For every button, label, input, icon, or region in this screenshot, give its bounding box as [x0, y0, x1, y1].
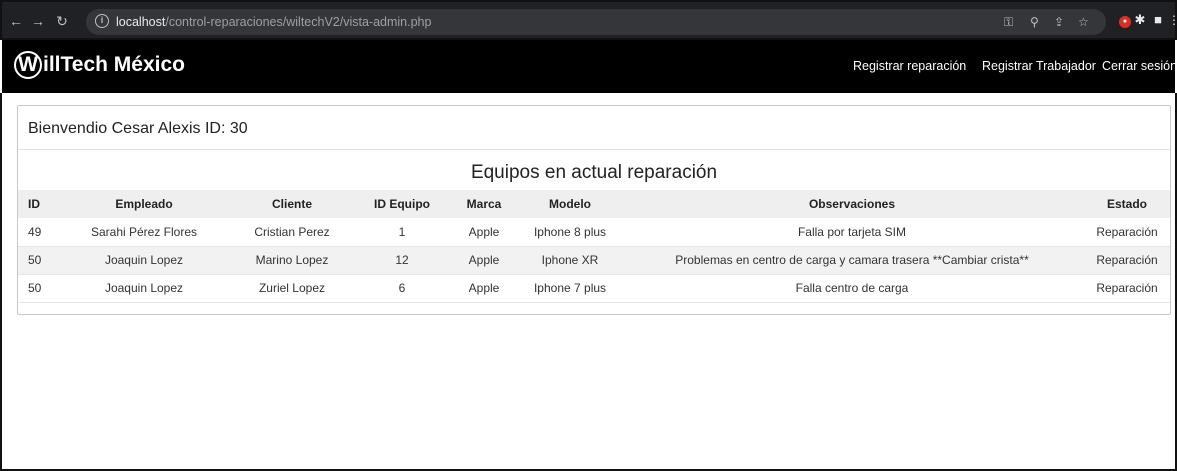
cell-estado: Reparación	[1084, 274, 1170, 303]
cell-marca: Apple	[448, 246, 520, 275]
url-host: localhost	[116, 15, 166, 29]
cell-observaciones: Falla por tarjeta SIM	[620, 218, 1084, 247]
address-bar[interactable]: i localhost/control-reparaciones/wiltech…	[86, 9, 1106, 35]
repairs-card: Bienvendio Cesar Alexis ID: 30 Equipos e…	[17, 105, 1171, 315]
column-header-modelo: Modelo	[549, 197, 591, 211]
zoom-icon[interactable]: ⚲	[1030, 15, 1039, 29]
cell-estado: Reparación	[1084, 218, 1170, 247]
nav-link-registrar-reparacion[interactable]: Registrar reparación	[853, 59, 966, 73]
menu-kebab-icon[interactable]: ⋮	[1165, 11, 1177, 29]
extensions-puzzle-icon[interactable]: ✱	[1131, 11, 1149, 29]
repairs-table: ID Empleado Cliente ID Equipo Marca Mode…	[18, 190, 1170, 303]
extension-red-icon[interactable]: ●	[1119, 16, 1131, 28]
site-info-icon[interactable]: i	[95, 14, 109, 28]
table-row: 49 Sarahi Pérez Flores Cristian Perez 1 …	[18, 218, 1170, 247]
url-path: /control-reparaciones/wiltechV2/vista-ad…	[165, 15, 432, 29]
nav-link-cerrar-sesion[interactable]: Cerrar sesión	[1102, 59, 1177, 73]
cell-observaciones: Falla centro de carga	[620, 274, 1084, 303]
cell-modelo: Iphone XR	[520, 246, 620, 275]
forward-arrow-icon[interactable]: →	[30, 13, 46, 29]
browser-toolbar: ← → ↻ i localhost/control-reparaciones/w…	[0, 0, 1177, 40]
table-row: 50 Joaquin Lopez Marino Lopez 12 Apple I…	[18, 246, 1170, 275]
cell-id-equipo: 12	[356, 246, 448, 275]
cell-cliente: Zuriel Lopez	[228, 274, 356, 303]
column-header-cliente: Cliente	[271, 197, 312, 211]
url-text[interactable]: localhost/control-reparaciones/wiltechV2…	[116, 15, 431, 29]
column-header-estado: Estado	[1106, 197, 1147, 211]
table-row: 50 Joaquin Lopez Zuriel Lopez 6 Apple Ip…	[18, 274, 1170, 303]
column-header-id: ID	[28, 197, 40, 211]
cell-empleado: Sarahi Pérez Flores	[60, 218, 228, 247]
column-header-marca: Marca	[466, 197, 502, 211]
cell-cliente: Marino Lopez	[228, 246, 356, 275]
key-icon[interactable]: ⚿	[1004, 15, 1013, 29]
app-navbar: W illTech México Registrar reparación Re…	[2, 40, 1177, 93]
cell-marca: Apple	[448, 218, 520, 247]
column-header-id-equipo: ID Equipo	[374, 197, 430, 211]
cell-observaciones: Problemas en centro de carga y camara tr…	[620, 246, 1084, 275]
back-arrow-icon[interactable]: ←	[8, 13, 24, 29]
cell-modelo: Iphone 7 plus	[520, 274, 620, 303]
table-header-row: ID Empleado Cliente ID Equipo Marca Mode…	[18, 190, 1170, 218]
cell-empleado: Joaquin Lopez	[60, 246, 228, 275]
welcome-message: Bienvendio Cesar Alexis ID: 30	[28, 120, 248, 137]
cell-id: 50	[18, 246, 60, 275]
reload-icon[interactable]: ↻	[54, 13, 70, 29]
brand-initial: W	[14, 51, 42, 79]
cell-marca: Apple	[448, 274, 520, 303]
card-header: Bienvendio Cesar Alexis ID: 30	[18, 106, 1170, 150]
brand-logo[interactable]: W illTech México	[14, 51, 185, 79]
cell-empleado: Joaquin Lopez	[60, 274, 228, 303]
cell-modelo: Iphone 8 plus	[520, 218, 620, 247]
page-content: Bienvendio Cesar Alexis ID: 30 Equipos e…	[0, 93, 1177, 471]
cell-estado: Reparación	[1084, 246, 1170, 275]
column-header-observaciones: Observaciones	[808, 197, 896, 211]
column-header-empleado: Empleado	[115, 197, 173, 211]
cell-cliente: Cristian Perez	[228, 218, 356, 247]
cell-id-equipo: 1	[356, 218, 448, 247]
section-title: Equipos en actual reparación	[470, 162, 718, 183]
brand-name: illTech México	[43, 53, 185, 76]
cell-id: 49	[18, 218, 60, 247]
bookmark-star-icon[interactable]: ☆	[1078, 15, 1089, 29]
cell-id-equipo: 6	[356, 274, 448, 303]
cell-id: 50	[18, 274, 60, 303]
share-icon[interactable]: ⇪	[1054, 15, 1064, 29]
nav-link-registrar-trabajador[interactable]: Registrar Trabajador	[982, 59, 1096, 73]
